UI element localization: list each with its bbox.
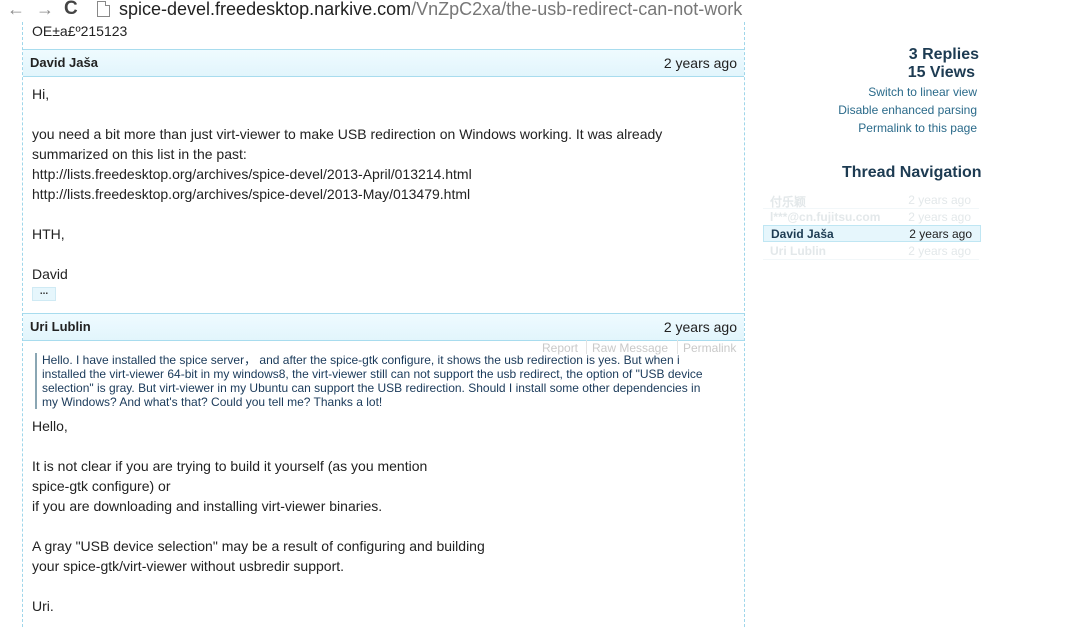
browser-toolbar: ← → C spice-devel.freedesktop.narkive.co… <box>0 0 1083 22</box>
message-body-line: HTH, <box>32 226 65 242</box>
thread-nav-author: l***@cn.fujitsu.com <box>770 210 881 224</box>
message-date: 2 years ago <box>663 319 737 335</box>
message-author[interactable]: David Jaša <box>30 55 98 70</box>
page-icon <box>97 1 110 17</box>
thread-nav-item[interactable]: 付乐颖 2 years ago <box>763 192 979 209</box>
thread-nav-date: 2 years ago <box>909 227 972 241</box>
action-divider <box>677 340 678 354</box>
quoted-text: Hello. I have installed the spice server… <box>35 353 718 409</box>
url-host: spice-devel.freedesktop.narkive.com <box>119 0 412 19</box>
message-body-line: if you are downloading and installing vi… <box>32 498 383 514</box>
message-body-line: spice-gtk configure) or <box>32 478 171 494</box>
thread-nav-author: Uri Lublin <box>770 244 826 258</box>
thread-nav-author: 付乐颖 <box>770 195 807 209</box>
message-body-line: http://lists.freedesktop.org/archives/sp… <box>32 166 472 182</box>
message-body-line: Uri. <box>32 598 54 614</box>
message-body-line: summarized on this list in the past: <box>32 146 247 162</box>
message-body-line: you need a bit more than just virt-viewe… <box>32 126 663 142</box>
address-bar[interactable]: spice-devel.freedesktop.narkive.com/VnZp… <box>119 0 742 19</box>
thread-nav-item[interactable]: Uri Lublin 2 years ago <box>763 243 979 260</box>
message-date: 2 years ago <box>663 55 737 71</box>
url-path: /VnZpC2xa/the-usb-redirect-can-not-work <box>411 0 743 19</box>
message-body-line: Hello, <box>32 418 68 434</box>
replies-count: 3 Replies <box>908 46 979 63</box>
message-body-line: your spice-gtk/virt-viewer without usbre… <box>32 558 345 574</box>
disable-parsing-link[interactable]: Disable enhanced parsing <box>838 103 977 117</box>
previous-message-tail: OE±a£º215123 <box>32 23 128 39</box>
thread-nav-author: David Jaša <box>771 227 834 241</box>
reload-icon[interactable]: C <box>64 0 78 20</box>
thread-navigation-title: Thread Navigation <box>842 164 982 181</box>
message-author[interactable]: Uri Lublin <box>30 319 91 334</box>
message-header: Uri Lublin 2 years ago <box>23 313 744 341</box>
thread-nav-date: 2 years ago <box>908 210 971 224</box>
content-right-border <box>744 22 745 627</box>
views-count: 15 Views <box>907 64 975 81</box>
message-body-line: Hi, <box>32 86 50 102</box>
forward-arrow-icon[interactable]: → <box>36 0 54 20</box>
message-body-line: It is not clear if you are trying to bui… <box>32 458 428 474</box>
thread-nav-item-active[interactable]: David Jaša 2 years ago <box>763 225 981 242</box>
back-arrow-icon[interactable]: ← <box>7 0 25 20</box>
thread-nav-date: 2 years ago <box>908 244 971 258</box>
action-divider <box>586 340 587 354</box>
switch-linear-view-link[interactable]: Switch to linear view <box>868 85 977 99</box>
permalink-page-link[interactable]: Permalink to this page <box>858 121 977 135</box>
message-body-line: A gray "USB device selection" may be a r… <box>32 538 485 554</box>
thread-nav-date: 2 years ago <box>908 193 971 207</box>
message-body-line: David <box>32 266 68 282</box>
thread-nav-item[interactable]: l***@cn.fujitsu.com 2 years ago <box>763 209 979 226</box>
message-header: David Jaša 2 years ago <box>23 49 744 77</box>
show-quoted-button[interactable]: ... <box>32 287 56 301</box>
message-body-line: http://lists.freedesktop.org/archives/sp… <box>32 186 471 202</box>
